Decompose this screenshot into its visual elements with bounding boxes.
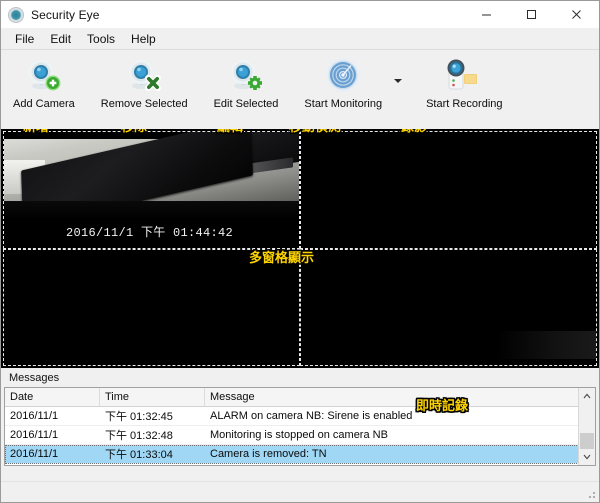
remove-selected-label: Remove Selected [101,98,188,110]
menu-item-edit[interactable]: Edit [42,30,79,48]
camcorder-record-icon [442,55,486,97]
monitoring-dropdown-arrow-icon[interactable] [390,60,406,102]
resize-grip-icon[interactable] [585,488,597,500]
close-button[interactable] [554,1,599,28]
camera-edit-icon [226,55,266,97]
cell-date: 2016/11/1 [5,410,100,422]
scrollbar-thumb[interactable] [580,433,594,449]
start-recording-label: Start Recording [426,98,502,110]
status-bar [1,481,599,502]
scroll-down-icon[interactable] [579,449,595,465]
table-header-row: Date Time Message [5,388,595,407]
camera-pane-3[interactable] [3,249,300,367]
annotation-monitoring: 移動偵測 [289,129,341,134]
column-header-time[interactable]: Time [100,388,205,406]
security-eye-window: Security Eye File Edit Tools Help [0,0,600,503]
toolbar: Add Camera [1,49,599,129]
add-camera-button[interactable]: Add Camera [7,55,81,110]
annotation-add: 新增 [23,129,49,134]
table-row-selected[interactable]: 2016/11/1 下午 01:33:04 Camera is removed:… [5,445,595,464]
annotation-recording: 錄影 [401,129,427,134]
video-grid: 2016/11/1 下午 01:44:42 新增 移除 編輯 移動偵測 錄影 多… [1,129,599,368]
camera-pane-4[interactable] [300,249,597,367]
table-row[interactable]: 2016/11/1 下午 01:32:48 Monitoring is stop… [5,426,595,445]
scroll-up-icon[interactable] [579,388,595,404]
menu-item-tools[interactable]: Tools [79,30,123,48]
camera-pane-2[interactable] [300,131,597,249]
remove-selected-button[interactable]: Remove Selected [95,55,194,110]
annotation-edit: 編輯 [217,129,243,134]
start-recording-button[interactable]: Start Recording [420,55,508,110]
start-monitoring-label: Start Monitoring [304,98,382,110]
menu-bar: File Edit Tools Help [1,28,599,49]
cell-time: 下午 01:32:48 [100,427,205,443]
window-controls [464,1,599,28]
table-body: 2016/11/1 下午 01:32:45 ALARM on camera NB… [5,407,595,464]
camera-lens-icon [8,7,24,23]
messages-scrollbar[interactable] [578,388,595,465]
table-row[interactable]: 2016/11/1 下午 01:32:45 ALARM on camera NB… [5,407,595,426]
cell-date: 2016/11/1 [5,448,100,460]
edit-selected-button[interactable]: Edit Selected [208,55,285,110]
radar-monitor-icon [323,55,363,97]
title-bar: Security Eye [1,1,599,28]
camera-remove-icon [124,55,164,97]
column-header-date[interactable]: Date [5,388,100,406]
annotation-remove: 移除 [121,129,147,134]
edit-selected-label: Edit Selected [214,98,279,110]
annotation-messages: 即時記錄 [416,399,468,413]
camera-pane-1[interactable]: 2016/11/1 下午 01:44:42 [3,131,300,249]
minimize-button[interactable] [464,1,509,28]
messages-panel: Messages Date Time Message 2016/11/1 下午 … [1,368,599,481]
cell-message: Monitoring is stopped on camera NB [205,429,595,441]
cell-message: Camera is removed: TN [205,448,595,460]
cell-message: ALARM on camera NB: Sirene is enabled [205,410,595,422]
menu-item-help[interactable]: Help [123,30,164,48]
start-monitoring-button[interactable]: Start Monitoring [298,55,388,110]
add-camera-label: Add Camera [13,98,75,110]
menu-item-file[interactable]: File [7,30,42,48]
window-title: Security Eye [31,8,100,22]
camera-add-icon [24,55,64,97]
annotation-multipane: 多窗格顯示 [249,251,314,265]
cell-time: 下午 01:33:04 [100,446,205,462]
cell-time: 下午 01:32:45 [100,408,205,424]
camera-timestamp: 2016/11/1 下午 01:44:42 [4,223,295,240]
messages-table: Date Time Message 2016/11/1 下午 01:32:45 … [4,387,596,466]
maximize-button[interactable] [509,1,554,28]
messages-title: Messages [1,368,599,387]
column-header-message[interactable]: Message [205,388,595,406]
cell-date: 2016/11/1 [5,429,100,441]
